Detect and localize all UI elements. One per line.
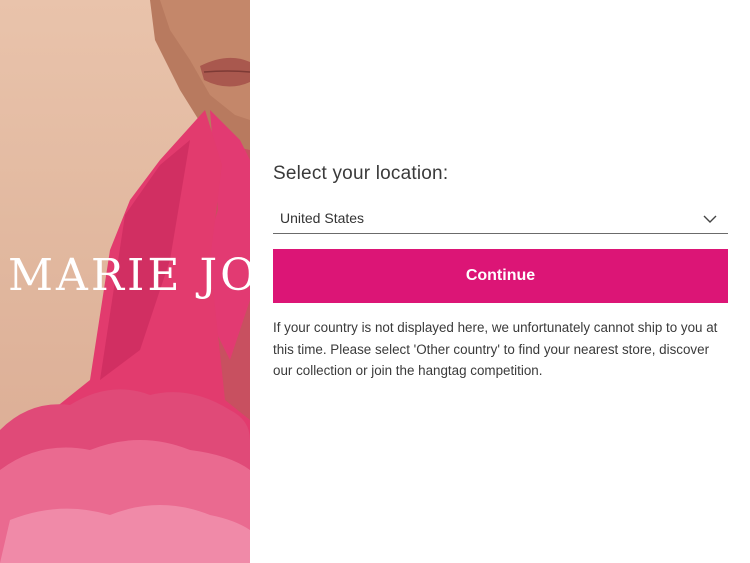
location-title: Select your location:: [273, 163, 449, 184]
continue-button[interactable]: Continue: [273, 249, 728, 303]
brand-logo: MARIE JO: [8, 250, 250, 301]
shipping-info-text: If your country is not displayed here, w…: [273, 320, 718, 378]
hero-image: MARIE JO: [0, 0, 250, 563]
selected-country: United States: [280, 210, 365, 226]
country-select[interactable]: United States: [273, 202, 728, 234]
chevron-down-icon: [702, 212, 718, 224]
